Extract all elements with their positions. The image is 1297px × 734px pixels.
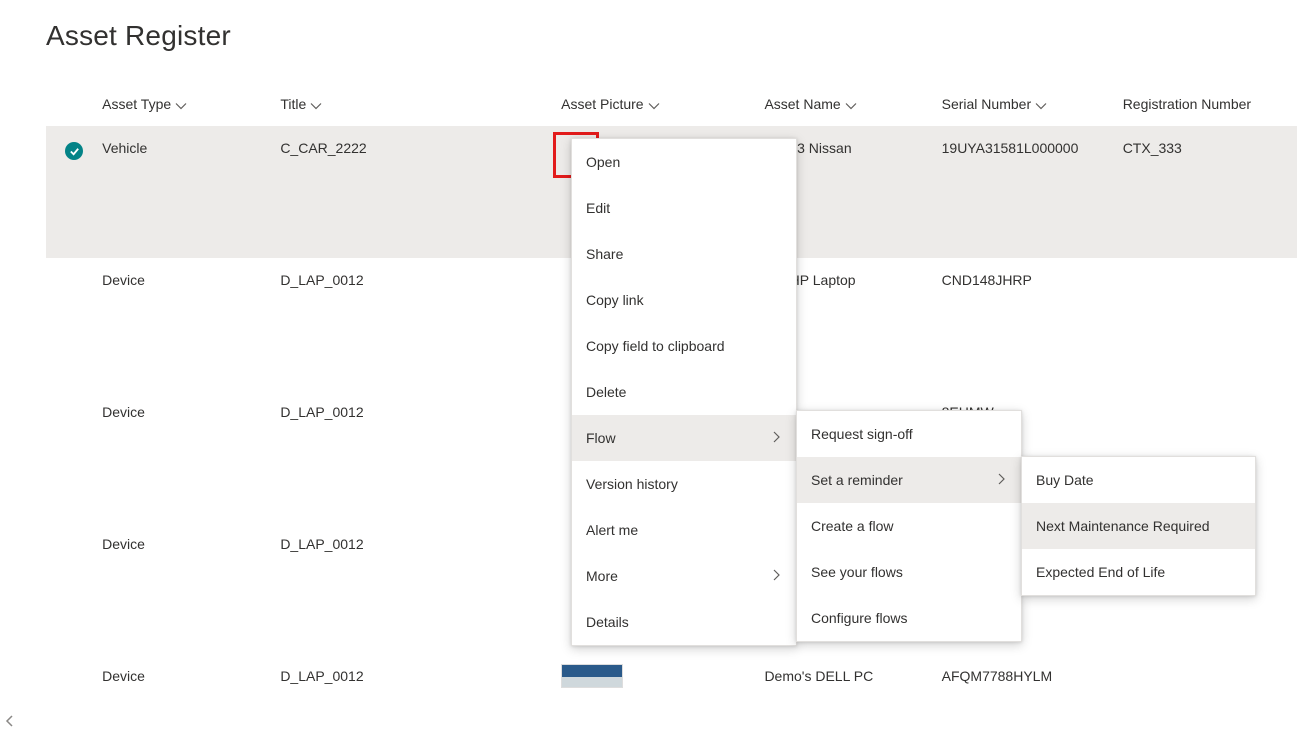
reminder-submenu: Buy Date Next Maintenance Required Expec… xyxy=(1021,456,1256,596)
menu-item-alert-me[interactable]: Alert me xyxy=(572,507,796,553)
col-header-asset-name[interactable]: Asset Name xyxy=(764,96,941,112)
cell-asset-type: Device xyxy=(102,536,280,552)
cell-asset-type: Device xyxy=(102,404,280,420)
cell-asset-type: Device xyxy=(102,272,280,288)
col-header-label: Asset Type xyxy=(102,96,171,112)
menu-item-next-maintenance[interactable]: Next Maintenance Required xyxy=(1022,503,1255,549)
menu-item-flow[interactable]: Flow xyxy=(572,415,796,461)
menu-item-open[interactable]: Open xyxy=(572,139,796,185)
cell-serial: AFQM7788HYLM xyxy=(942,668,1123,684)
menu-item-version-history[interactable]: Version history xyxy=(572,461,796,507)
chevron-down-icon xyxy=(648,97,662,111)
chevron-right-icon xyxy=(770,568,782,584)
table-row[interactable]: Device D_LAP_0012 Demo's DELL PC AFQM778… xyxy=(46,654,1297,688)
cell-serial: 19UYA31581L000000 xyxy=(942,140,1123,156)
header-select-all[interactable] xyxy=(46,103,102,105)
cell-asset-name: Demo's DELL PC xyxy=(764,668,941,684)
context-menu: Open Edit Share Copy link Copy field to … xyxy=(571,138,797,646)
menu-item-copy-field[interactable]: Copy field to clipboard xyxy=(572,323,796,369)
col-header-label: Title xyxy=(280,96,306,112)
col-header-label: Asset Name xyxy=(764,96,840,112)
menu-item-buy-date[interactable]: Buy Date xyxy=(1022,457,1255,503)
chevron-down-icon xyxy=(175,97,189,111)
menu-item-create-flow[interactable]: Create a flow xyxy=(797,503,1021,549)
chevron-right-icon xyxy=(770,430,782,446)
cell-title[interactable]: D_LAP_0012 xyxy=(280,536,561,552)
menu-item-expected-eol[interactable]: Expected End of Life xyxy=(1022,549,1255,595)
cell-title[interactable]: C_CAR_2222 xyxy=(280,140,561,156)
col-header-title[interactable]: Title xyxy=(280,96,561,112)
checkmark-circle-icon[interactable] xyxy=(65,142,83,160)
col-header-label: Registration Number xyxy=(1123,96,1251,112)
menu-item-delete[interactable]: Delete xyxy=(572,369,796,415)
flow-submenu: Request sign-off Set a reminder Create a… xyxy=(796,410,1022,642)
chevron-down-icon xyxy=(1035,97,1049,111)
menu-item-more[interactable]: More xyxy=(572,553,796,599)
menu-item-details[interactable]: Details xyxy=(572,599,796,645)
menu-item-request-signoff[interactable]: Request sign-off xyxy=(797,411,1021,457)
cell-title[interactable]: D_LAP_0012 xyxy=(280,668,561,684)
scroll-left-icon[interactable] xyxy=(4,714,16,730)
col-header-label: Asset Picture xyxy=(561,96,643,112)
chevron-down-icon xyxy=(845,97,859,111)
horizontal-scrollbar[interactable] xyxy=(4,714,16,730)
chevron-down-icon xyxy=(310,97,324,111)
cell-serial: CND148JHRP xyxy=(942,272,1123,288)
menu-item-edit[interactable]: Edit xyxy=(572,185,796,231)
menu-item-configure-flows[interactable]: Configure flows xyxy=(797,595,1021,641)
col-header-asset-type[interactable]: Asset Type xyxy=(102,96,280,112)
menu-item-set-reminder[interactable]: Set a reminder xyxy=(797,457,1021,503)
menu-item-share[interactable]: Share xyxy=(572,231,796,277)
cell-asset-type: Vehicle xyxy=(102,140,280,156)
chevron-right-icon xyxy=(995,472,1007,488)
table-header-row: Asset Type Title Asset Picture Asset Nam… xyxy=(46,82,1297,126)
col-header-asset-picture[interactable]: Asset Picture xyxy=(561,96,764,112)
menu-item-copy-link[interactable]: Copy link xyxy=(572,277,796,323)
thumbnail-image xyxy=(561,664,623,688)
col-header-label: Serial Number xyxy=(942,96,1031,112)
menu-item-see-flows[interactable]: See your flows xyxy=(797,549,1021,595)
cell-asset-type: Device xyxy=(102,668,280,684)
col-header-registration-number[interactable]: Registration Number xyxy=(1123,96,1297,112)
cell-title[interactable]: D_LAP_0012 xyxy=(280,272,561,288)
cell-title[interactable]: D_LAP_0012 xyxy=(280,404,561,420)
col-header-serial-number[interactable]: Serial Number xyxy=(942,96,1123,112)
cell-registration: CTX_333 xyxy=(1123,140,1297,156)
page-title: Asset Register xyxy=(46,20,1297,52)
